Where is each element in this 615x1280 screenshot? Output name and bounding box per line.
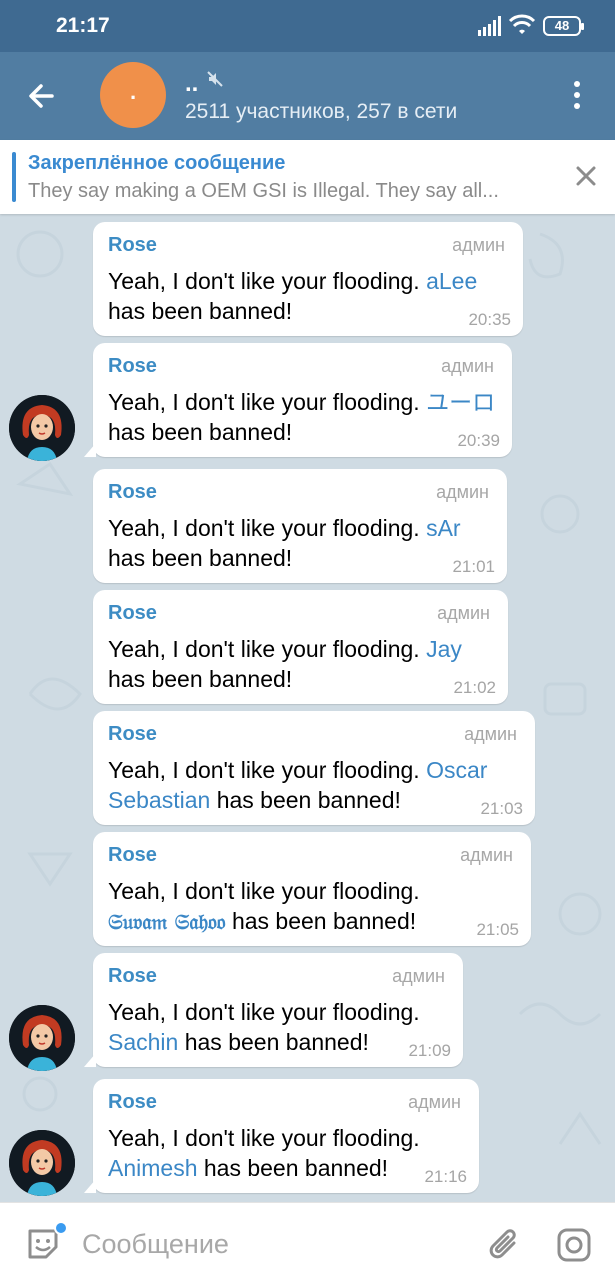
- sender-avatar[interactable]: [9, 1130, 75, 1196]
- message-time: 21:01: [452, 557, 495, 576]
- message-bubble[interactable]: Rose админ Yeah, I don't like your flood…: [84, 953, 463, 1067]
- status-bar: 21:17 48: [0, 0, 615, 52]
- message-sender[interactable]: Rose: [108, 844, 157, 867]
- message-text: Yeah, I don't like your flooding. aLee ha…: [108, 268, 478, 324]
- camera-icon[interactable]: [556, 1227, 592, 1263]
- chat-header: . .. 2511 участников, 257 в сети: [0, 52, 615, 140]
- message-text: Yeah, I don't like your flooding. Sachin …: [108, 999, 420, 1055]
- message-time: 21:05: [476, 920, 519, 939]
- message-sender[interactable]: Rose: [108, 965, 157, 988]
- message-input-bar: Сообщение: [0, 1202, 615, 1280]
- message-bubble[interactable]: Rose админ Yeah, I don't like your flood…: [93, 590, 508, 704]
- admin-badge: админ: [452, 235, 505, 255]
- user-mention[interactable]: ユーロ: [426, 389, 495, 415]
- admin-badge: админ: [464, 724, 517, 744]
- user-mention[interactable]: aLee: [426, 268, 477, 294]
- message-text: Yeah, I don't like your flooding. 𝔖𝔲𝔳𝔞𝔪 𝔖…: [108, 878, 420, 934]
- avatar-image: [9, 1130, 75, 1196]
- chat-avatar[interactable]: .: [100, 62, 166, 128]
- admin-badge: админ: [437, 603, 490, 623]
- message-text: Yeah, I don't like your flooding. Oscar …: [108, 757, 488, 813]
- notification-dot: [54, 1221, 68, 1235]
- message-time: 20:35: [468, 310, 511, 329]
- message-sender[interactable]: Rose: [108, 1091, 157, 1114]
- message-bubble[interactable]: Rose админ Yeah, I don't like your flood…: [93, 832, 531, 946]
- message-bubble[interactable]: Rose админ Yeah, I don't like your flood…: [93, 469, 507, 583]
- message-bubble[interactable]: Rose админ Yeah, I don't like your flood…: [93, 222, 523, 336]
- user-mention[interactable]: Jay: [426, 636, 462, 662]
- user-mention[interactable]: sAr: [426, 515, 461, 541]
- sender-avatar[interactable]: [9, 395, 75, 461]
- message-sender[interactable]: Rose: [108, 355, 157, 378]
- more-vertical-icon[interactable]: [566, 78, 588, 114]
- message-bubble[interactable]: Rose админ Yeah, I don't like your flood…: [93, 711, 535, 825]
- message-time: 20:39: [457, 431, 500, 450]
- avatar-image: [9, 1005, 75, 1071]
- chat-messages[interactable]: Rose админ Yeah, I don't like your flood…: [0, 214, 615, 1202]
- sticker-emoji-button[interactable]: [24, 1221, 68, 1263]
- pinned-accent-bar: [12, 152, 16, 202]
- sender-avatar[interactable]: [9, 1005, 75, 1071]
- muted-icon: [207, 71, 223, 87]
- message-input[interactable]: Сообщение: [82, 1229, 229, 1260]
- user-mention[interactable]: 𝔖𝔲𝔳𝔞𝔪 𝔖𝔞𝔥𝔬𝔬: [108, 909, 226, 934]
- message-bubble[interactable]: Rose админ Yeah, I don't like your flood…: [84, 343, 512, 457]
- chat-members-count[interactable]: 2511 участников, 257 в сети: [185, 100, 457, 124]
- battery-indicator: 48: [543, 16, 584, 36]
- message-text: Yeah, I don't like your flooding. ユーロ ha…: [108, 389, 496, 445]
- message-time: 21:16: [424, 1167, 467, 1186]
- admin-badge: админ: [441, 356, 494, 376]
- paperclip-icon[interactable]: [486, 1225, 522, 1265]
- message-time: 21:03: [480, 799, 523, 818]
- chat-title[interactable]: ..: [185, 70, 198, 98]
- user-mention[interactable]: Sachin: [108, 1029, 178, 1055]
- avatar-image: [9, 395, 75, 461]
- wifi-icon: [508, 14, 536, 34]
- message-time: 21:02: [453, 678, 496, 697]
- pinned-title: Закреплённое сообщение: [28, 152, 286, 174]
- message-sender[interactable]: Rose: [108, 723, 157, 746]
- admin-badge: админ: [408, 1092, 461, 1112]
- pinned-message[interactable]: Закреплённое сообщение They say making a…: [0, 140, 615, 214]
- pinned-text: They say making a OEM GSI is Illegal. Th…: [28, 180, 499, 202]
- message-sender[interactable]: Rose: [108, 234, 157, 257]
- admin-badge: админ: [392, 966, 445, 986]
- user-mention[interactable]: Animesh: [108, 1155, 197, 1181]
- message-sender[interactable]: Rose: [108, 602, 157, 625]
- signal-icon: [478, 16, 501, 36]
- close-icon[interactable]: [572, 162, 600, 190]
- message-bubble[interactable]: Rose админ Yeah, I don't like your flood…: [84, 1079, 479, 1193]
- message-text: Yeah, I don't like your flooding. Animesh…: [108, 1125, 420, 1181]
- message-time: 21:09: [408, 1041, 451, 1060]
- admin-badge: админ: [460, 845, 513, 865]
- admin-badge: админ: [436, 482, 489, 502]
- message-text: Yeah, I don't like your flooding. sAr has…: [108, 515, 461, 571]
- message-sender[interactable]: Rose: [108, 481, 157, 504]
- message-text: Yeah, I don't like your flooding. Jay has…: [108, 636, 462, 692]
- status-time: 21:17: [56, 14, 110, 37]
- back-arrow-icon[interactable]: [22, 76, 62, 116]
